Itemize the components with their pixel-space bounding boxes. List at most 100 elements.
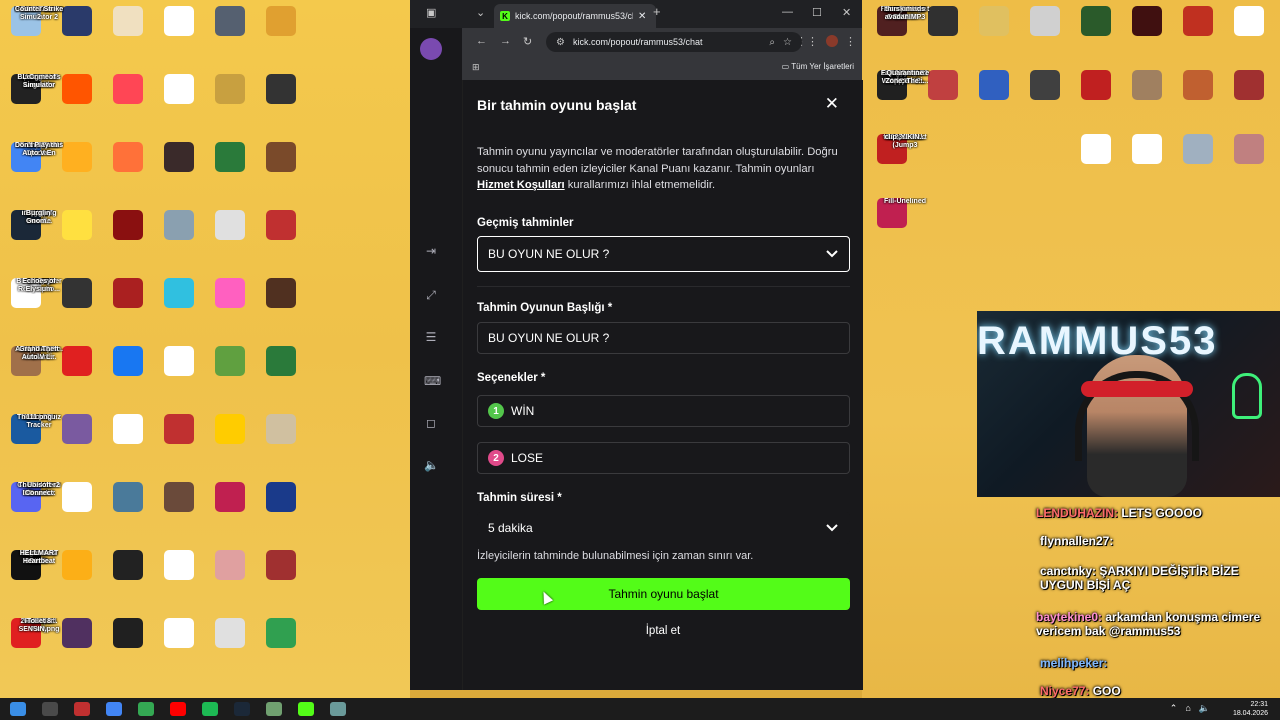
- desktop-icon[interactable]: Boat together: [16, 278, 204, 330]
- new-tab-icon[interactable]: +: [653, 4, 661, 19]
- desktop-icon[interactable]: Firefox: [27, 142, 153, 194]
- desktop-icon[interactable]: PUANlar: [25, 618, 204, 670]
- desktop-icon[interactable]: 399347...: [890, 70, 1172, 122]
- desktop-icon[interactable]: Euro Truck Simulator 2: [20, 6, 255, 58]
- chrome-taskbar-icon[interactable]: [138, 702, 154, 716]
- tab-search-chevron-icon[interactable]: ⌄: [476, 6, 485, 19]
- exit-icon[interactable]: ⇥: [424, 244, 438, 258]
- desktop-icon[interactable]: Subliminal Demo: [21, 550, 204, 602]
- desktop-icon[interactable]: Silent Hill F Türkçe Ya...: [886, 70, 1121, 122]
- desktop-icon[interactable]: Fall Adventure: [881, 70, 1223, 122]
- desktop-icon[interactable]: From The Past: [881, 6, 1019, 58]
- option-input-2[interactable]: 2 LOSE: [477, 442, 850, 474]
- desktop-icon[interactable]: Ucuzne: [27, 414, 153, 466]
- desktop-icon[interactable]: Pimp dow... (Jump3: [886, 134, 1121, 186]
- desktop-icon[interactable]: Grand Theft Auto V L...: [19, 346, 306, 398]
- desktop-icon[interactable]: Ubisoft Connect: [25, 482, 306, 534]
- app-icon[interactable]: [330, 702, 346, 716]
- desktop-icon[interactable]: Frosty Nights: [882, 70, 1019, 122]
- sidebar-toggle-icon[interactable]: ▣: [426, 6, 436, 19]
- desktop-icon[interactable]: 2222.txt: [26, 6, 204, 58]
- desktop-icon[interactable]: Summer's Heartbeat: [22, 550, 255, 602]
- profile-icon[interactable]: [826, 35, 838, 47]
- desktop-icon[interactable]: skimi avadanIMP3: [885, 6, 1274, 58]
- steam-taskbar-icon[interactable]: [234, 702, 250, 716]
- desktop-icon[interactable]: 12231160...: [887, 134, 1223, 186]
- desktop-icon[interactable]: MiRASIS: [24, 414, 204, 466]
- desktop-icon[interactable]: HELLMART: [20, 550, 306, 602]
- desktop-icon[interactable]: Paddle Paddle: [15, 6, 153, 58]
- desktop-icon[interactable]: Bakkal Interacti...: [22, 482, 255, 534]
- desktop-icon[interactable]: Crime Simulator: [23, 74, 306, 126]
- desktop-icon[interactable]: Scary Game: [885, 6, 1172, 58]
- chat-bubble-icon[interactable]: ◻: [424, 416, 438, 430]
- desktop-icon[interactable]: thin threads: [885, 6, 1223, 58]
- desktop-icon[interactable]: ptxdk alanlardir: [23, 346, 204, 398]
- expand-icon[interactable]: ⤢: [424, 288, 438, 303]
- desktop-icon[interactable]: DEVOUR: [24, 210, 153, 262]
- desktop-icon[interactable]: Werewolf Party: [24, 618, 153, 670]
- desktop-icon[interactable]: The You Quiz: [17, 414, 255, 466]
- terms-link[interactable]: Hizmet Koşulları: [477, 179, 565, 191]
- apps-grid-icon[interactable]: ⊞: [472, 62, 480, 73]
- desktop-icon[interactable]: imagejpng: [21, 210, 204, 262]
- desktop-icon[interactable]: VALORANT: [20, 74, 153, 126]
- desktop-icon[interactable]: clip_YIKIN...: [885, 134, 1274, 186]
- tab-close-icon[interactable]: ✕: [638, 11, 646, 22]
- site-info-icon[interactable]: ⚙: [556, 37, 565, 48]
- system-tray[interactable]: ⌃ ⌂ 🔈: [1170, 703, 1210, 714]
- desktop-icon[interactable]: Grand Theft Auto V En: [19, 142, 255, 194]
- kick-taskbar-icon[interactable]: [298, 702, 314, 716]
- desktop-icon[interactable]: Toilet 8: [27, 618, 306, 670]
- cancel-button[interactable]: İptal et: [463, 625, 863, 637]
- option-input-1[interactable]: 1 WİN: [477, 395, 850, 427]
- app-icon[interactable]: [74, 702, 90, 716]
- desktop-icon[interactable]: Echoes of Elysium: [22, 278, 306, 330]
- desktop-icon[interactable]: ARKADAŞIN...: [15, 346, 255, 398]
- app-icon[interactable]: [266, 702, 282, 716]
- browser-tab[interactable]: K kick.com/popout/rammus53/chat ✕: [494, 4, 656, 28]
- start-prediction-button[interactable]: Tahmin oyunu başlat: [477, 578, 850, 610]
- desktop-icon[interactable]: Meta Horizon Link: [17, 346, 153, 398]
- maximize-icon[interactable]: ☐: [812, 6, 822, 19]
- past-predictions-select[interactable]: BU OYUN NE OLUR ?: [477, 236, 850, 272]
- forward-icon[interactable]: →: [500, 35, 511, 47]
- close-icon[interactable]: ✕: [825, 94, 839, 114]
- desktop-icon[interactable]: Pieces of me: [884, 6, 1070, 58]
- duration-select[interactable]: 5 dakika: [477, 512, 850, 544]
- desktop-icon[interactable]: Blazing Sails: [17, 74, 204, 126]
- desktop-icon[interactable]: Counter Strike 2: [15, 6, 306, 58]
- desktop-icon[interactable]: League of Legends: [22, 74, 255, 126]
- desktop-icon[interactable]: Blocker Lore DON'T W...: [884, 6, 1121, 58]
- windows-start-icon[interactable]: [10, 702, 26, 716]
- spotify-taskbar-icon[interactable]: [202, 702, 218, 716]
- all-bookmarks[interactable]: ▭ Tüm Yer İşaretleri: [782, 62, 854, 71]
- menu-icon[interactable]: ⋮: [845, 35, 856, 48]
- desktop-icon[interactable]: Red Dead Redemptio...: [18, 278, 153, 330]
- volume-icon[interactable]: 🔈: [424, 458, 439, 472]
- back-icon[interactable]: ←: [476, 35, 487, 47]
- desktop-icon[interactable]: Don't Play this: [15, 142, 306, 194]
- desktop-icon[interactable]: 111.png: [26, 414, 306, 466]
- desktop-icon[interactable]: Burglin' Gnom...: [26, 210, 306, 262]
- desktop-icon[interactable]: Fall Guys: [23, 278, 255, 330]
- desktop-icon[interactable]: The Stalker2 Demo: [18, 482, 204, 534]
- minimize-icon[interactable]: —: [782, 6, 793, 18]
- desktop-icon[interactable]: Construction Simulator: [17, 482, 153, 534]
- chrome-taskbar-icon[interactable]: [106, 702, 122, 716]
- desktop-icon[interactable]: SILENT HILL f: [16, 142, 204, 194]
- reload-icon[interactable]: ↻: [523, 35, 532, 48]
- desktop-icon[interactable]: tiktiktiktiktikt: [883, 134, 1172, 186]
- desktop-icon[interactable]: Spooky Doodle: [26, 210, 255, 262]
- youtube-taskbar-icon[interactable]: [170, 702, 186, 716]
- window-close-icon[interactable]: ✕: [842, 6, 851, 19]
- user-avatar[interactable]: [420, 38, 442, 60]
- desktop-icon[interactable]: Fill-Unelined: [866, 198, 926, 250]
- desktop-icon[interactable]: BU SENSIN.png: [19, 618, 255, 670]
- clock[interactable]: 22:31 18.04.2026: [1233, 700, 1268, 718]
- desktop-icon[interactable]: Zort: [32, 550, 153, 602]
- keyboard-icon[interactable]: ⌨: [424, 374, 441, 388]
- address-bar[interactable]: ⚙ kick.com/popout/rammus53/chat ⌕ ☆: [546, 32, 802, 52]
- bookmark-star-icon[interactable]: ☆: [783, 37, 792, 48]
- desktop-icon[interactable]: Quarantine Zone: The...: [885, 70, 1274, 122]
